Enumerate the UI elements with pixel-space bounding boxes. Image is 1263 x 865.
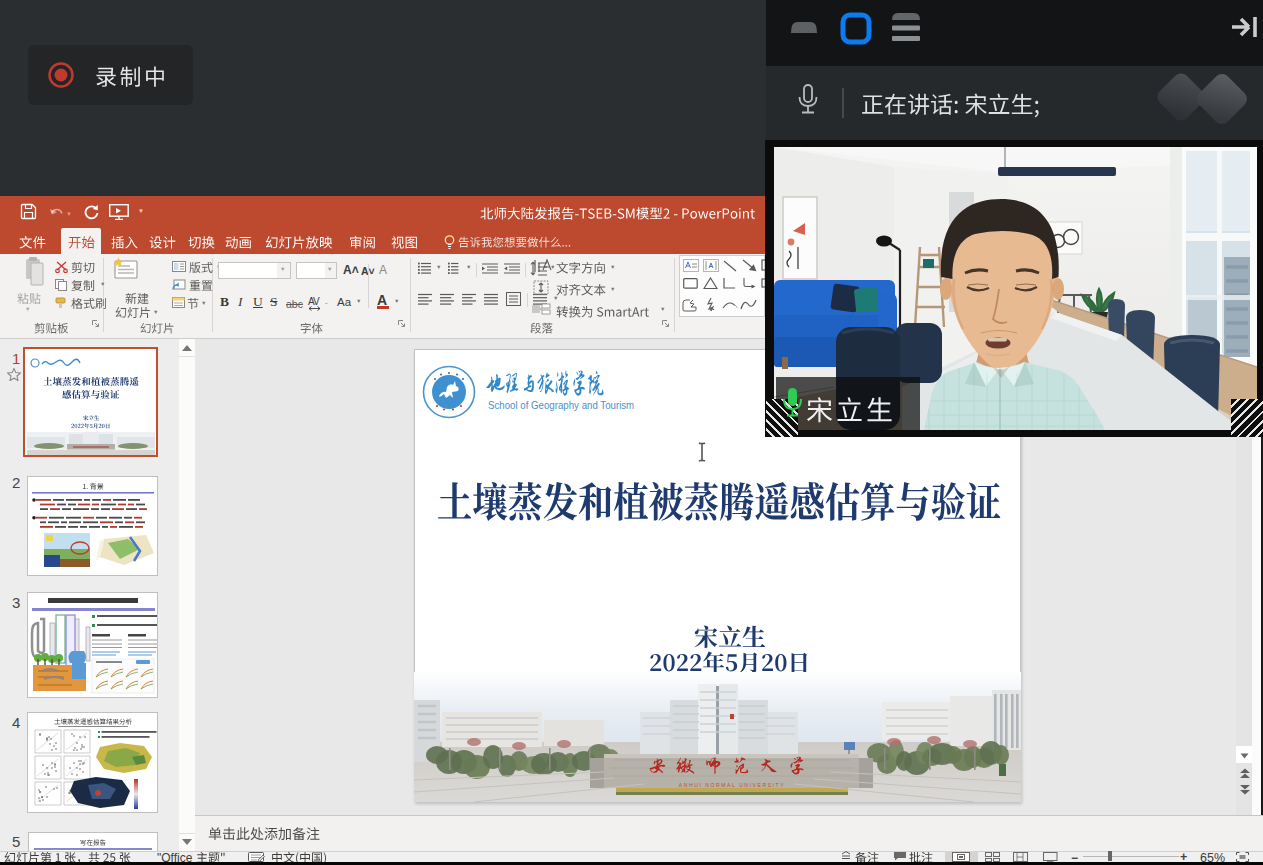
svg-text:ANHUI NORMAL UNIVERSITY: ANHUI NORMAL UNIVERSITY	[679, 782, 785, 788]
